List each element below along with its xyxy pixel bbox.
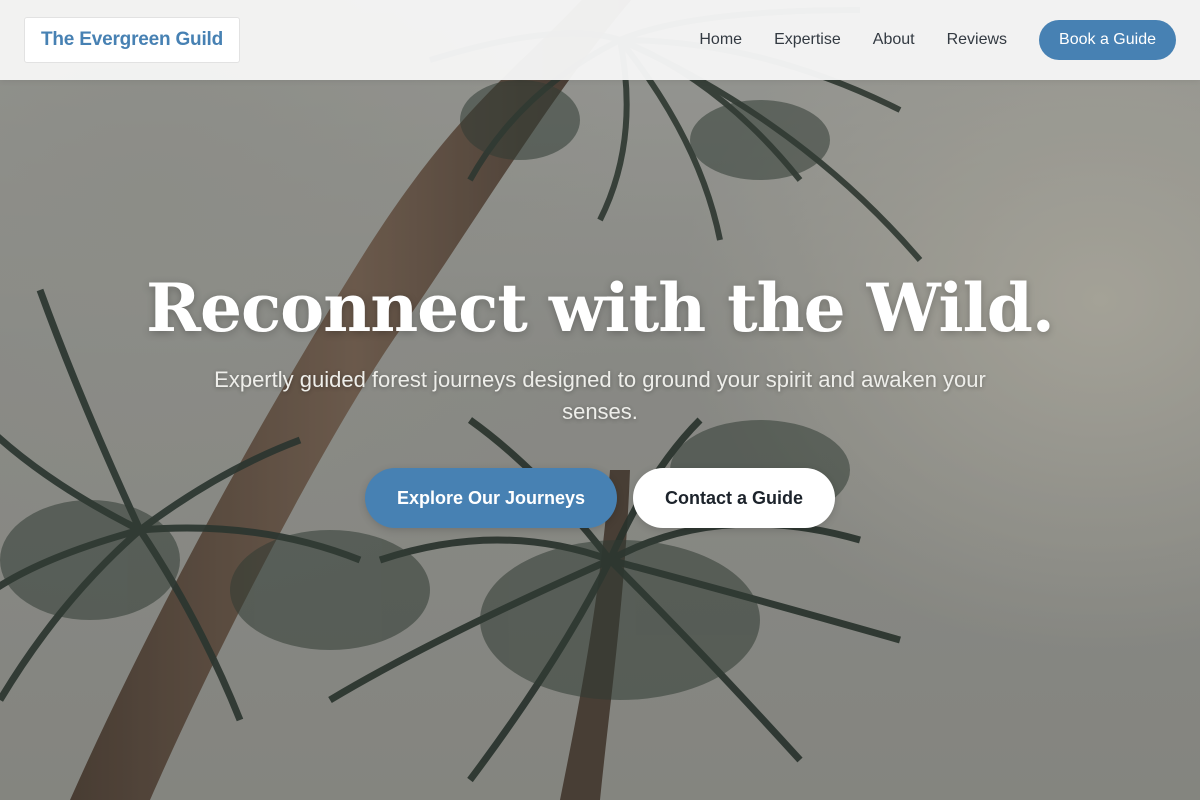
- nav-link-expertise[interactable]: Expertise: [774, 31, 841, 49]
- book-guide-button[interactable]: Book a Guide: [1039, 20, 1176, 60]
- nav-link-about[interactable]: About: [873, 31, 915, 49]
- site-header: The Evergreen Guild Home Expertise About…: [0, 0, 1200, 80]
- explore-journeys-button[interactable]: Explore Our Journeys: [364, 468, 618, 528]
- hero-section: Reconnect with the Wild. Expertly guided…: [0, 266, 1200, 528]
- main-nav: Home Expertise About Reviews Book a Guid…: [699, 20, 1176, 60]
- nav-link-home[interactable]: Home: [699, 31, 742, 49]
- hero-title: Reconnect with the Wild.: [146, 269, 1055, 347]
- logo-text: The Evergreen Guild: [41, 29, 224, 50]
- nav-link-reviews[interactable]: Reviews: [947, 31, 1007, 49]
- hero-actions: Explore Our Journeys Contact a Guide: [364, 468, 836, 528]
- contact-guide-button[interactable]: Contact a Guide: [633, 468, 836, 528]
- hero-subtitle: Expertly guided forest journeys designed…: [214, 367, 986, 424]
- site-logo[interactable]: The Evergreen Guild: [24, 17, 241, 63]
